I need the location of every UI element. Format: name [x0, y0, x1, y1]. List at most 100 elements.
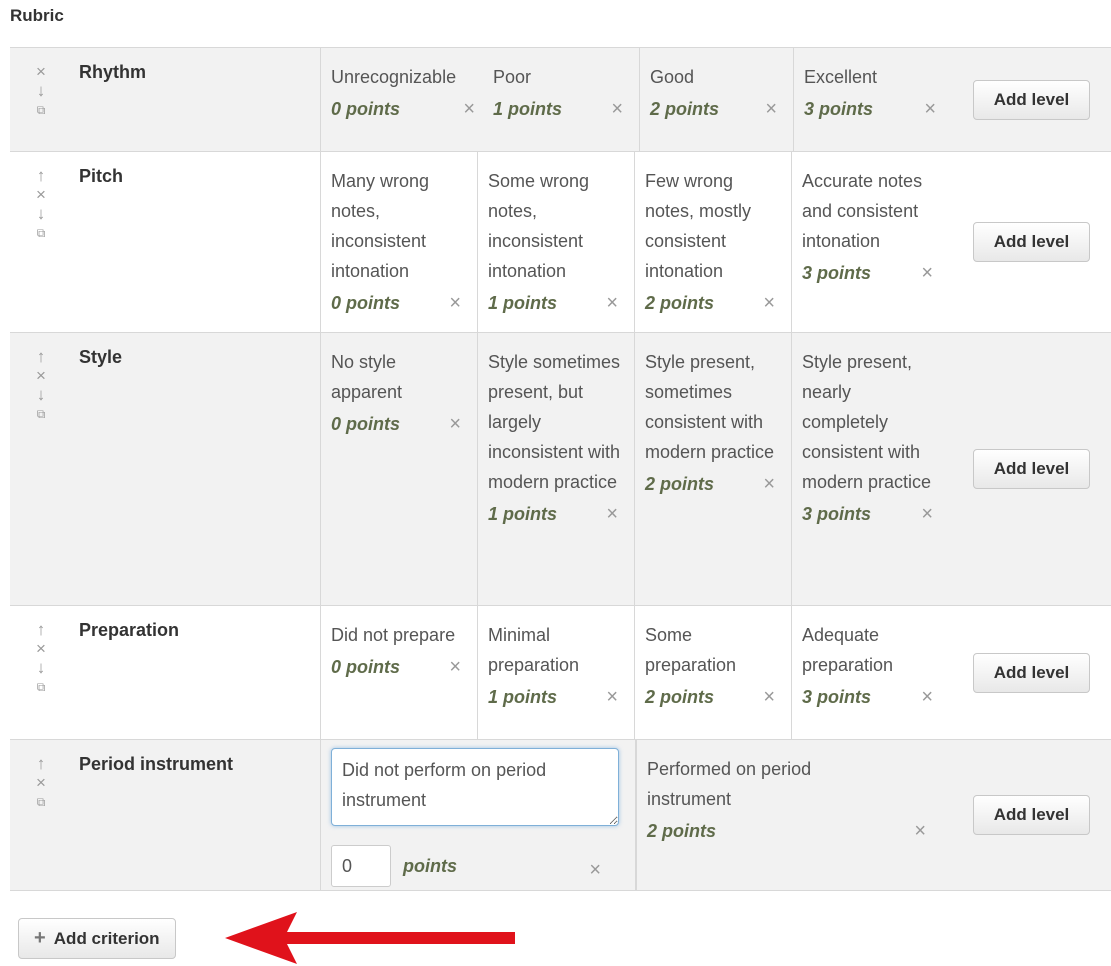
- delete-criterion-icon[interactable]: ×: [33, 63, 49, 80]
- level-description[interactable]: Excellent: [804, 62, 942, 92]
- level-description[interactable]: Style present, sometimes consistent with…: [645, 347, 781, 467]
- level-description[interactable]: Style present, nearly completely consist…: [802, 347, 939, 497]
- level-description[interactable]: Adequate preparation: [802, 620, 939, 680]
- duplicate-icon[interactable]: ⧉: [33, 102, 49, 118]
- delete-criterion-icon[interactable]: ×: [33, 774, 49, 791]
- level-cell[interactable]: Unrecognizable 0 points ×: [321, 48, 491, 151]
- level-cell[interactable]: Style present, nearly completely consist…: [792, 333, 949, 605]
- delete-level-icon[interactable]: ×: [921, 258, 939, 288]
- delete-level-icon[interactable]: ×: [463, 94, 481, 124]
- criterion-name[interactable]: Preparation: [62, 606, 320, 739]
- level-description[interactable]: Some wrong notes, inconsistent intonatio…: [488, 166, 624, 286]
- move-down-icon[interactable]: ↓: [33, 82, 49, 99]
- level-points[interactable]: 0 points: [331, 652, 400, 682]
- level-points[interactable]: 2 points: [645, 288, 714, 318]
- level-points[interactable]: 2 points: [645, 469, 714, 499]
- level-cell[interactable]: Excellent 3 points ×: [794, 48, 952, 151]
- delete-criterion-icon[interactable]: ×: [33, 367, 49, 384]
- level-cell[interactable]: No style apparent 0 points ×: [321, 333, 478, 605]
- level-points[interactable]: 2 points: [647, 816, 716, 846]
- level-points[interactable]: 3 points: [802, 258, 871, 288]
- add-level-button[interactable]: Add level: [972, 449, 1091, 489]
- criterion-name[interactable]: Style: [62, 333, 320, 605]
- level-points[interactable]: 3 points: [802, 682, 871, 712]
- level-points[interactable]: 0 points: [331, 409, 400, 439]
- duplicate-icon[interactable]: ⧉: [33, 679, 49, 695]
- level-description[interactable]: Accurate notes and consistent intonation: [802, 166, 939, 256]
- level-description[interactable]: Style sometimes present, but largely inc…: [488, 347, 624, 497]
- level-cell[interactable]: Accurate notes and consistent intonation…: [792, 152, 949, 332]
- move-down-icon[interactable]: ↓: [33, 386, 49, 403]
- level-description[interactable]: Minimal preparation: [488, 620, 624, 680]
- add-criterion-button[interactable]: + Add criterion: [18, 918, 176, 959]
- level-cell[interactable]: Did not prepare 0 points ×: [321, 606, 478, 739]
- criterion-name[interactable]: Pitch: [62, 152, 320, 332]
- add-level-button[interactable]: Add level: [972, 79, 1091, 120]
- level-description[interactable]: Many wrong notes, inconsistent intonatio…: [331, 166, 467, 286]
- level-description[interactable]: Did not prepare: [331, 620, 467, 650]
- level-points[interactable]: 0 points: [331, 94, 400, 124]
- delete-level-icon[interactable]: ×: [606, 288, 624, 318]
- level-points[interactable]: 1 points: [488, 288, 557, 318]
- delete-level-icon[interactable]: ×: [449, 288, 467, 318]
- level-cell[interactable]: Minimal preparation 1 points ×: [478, 606, 635, 739]
- duplicate-icon[interactable]: ⧉: [33, 794, 49, 810]
- level-description[interactable]: Unrecognizable: [331, 62, 481, 92]
- level-cell[interactable]: Some wrong notes, inconsistent intonatio…: [478, 152, 635, 332]
- level-cell[interactable]: Good 2 points ×: [640, 48, 794, 151]
- delete-level-icon[interactable]: ×: [763, 682, 781, 712]
- delete-level-icon[interactable]: ×: [589, 855, 607, 885]
- level-points[interactable]: 0 points: [331, 288, 400, 318]
- move-up-icon[interactable]: ↑: [33, 621, 49, 638]
- add-level-button[interactable]: Add level: [972, 652, 1091, 693]
- level-description[interactable]: Poor: [493, 62, 629, 92]
- move-up-icon[interactable]: ↑: [33, 348, 49, 365]
- delete-level-icon[interactable]: ×: [921, 682, 939, 712]
- level-cell[interactable]: Style sometimes present, but largely inc…: [478, 333, 635, 605]
- delete-level-icon[interactable]: ×: [611, 94, 629, 124]
- criterion-name[interactable]: Period instrument: [62, 740, 320, 890]
- level-definition-textarea[interactable]: Did not perform on period instrument: [331, 748, 619, 826]
- duplicate-icon[interactable]: ⧉: [33, 225, 49, 241]
- move-down-icon[interactable]: ↓: [33, 659, 49, 676]
- delete-level-icon[interactable]: ×: [449, 409, 467, 439]
- level-cell[interactable]: Performed on period instrument 2 points …: [636, 740, 952, 890]
- delete-level-icon[interactable]: ×: [606, 499, 624, 529]
- move-up-icon[interactable]: ↑: [33, 167, 49, 184]
- add-level-button[interactable]: Add level: [972, 222, 1091, 262]
- delete-level-icon[interactable]: ×: [449, 652, 467, 682]
- level-points[interactable]: 3 points: [802, 499, 871, 529]
- move-down-icon[interactable]: ↓: [33, 205, 49, 222]
- points-input[interactable]: [331, 845, 391, 887]
- delete-level-icon[interactable]: ×: [765, 94, 783, 124]
- delete-level-icon[interactable]: ×: [763, 288, 781, 318]
- duplicate-icon[interactable]: ⧉: [33, 406, 49, 422]
- level-cell[interactable]: Adequate preparation 3 points ×: [792, 606, 949, 739]
- delete-criterion-icon[interactable]: ×: [33, 640, 49, 657]
- delete-level-icon[interactable]: ×: [606, 682, 624, 712]
- add-level-button[interactable]: Add level: [972, 795, 1091, 835]
- level-cell[interactable]: Some preparation 2 points ×: [635, 606, 792, 739]
- criterion-name[interactable]: Rhythm: [62, 48, 320, 151]
- level-points[interactable]: 1 points: [488, 682, 557, 712]
- move-up-icon[interactable]: ↑: [33, 755, 49, 772]
- level-points[interactable]: 1 points: [488, 499, 557, 529]
- level-cell-editing[interactable]: Did not perform on period instrument poi…: [321, 740, 636, 890]
- level-description[interactable]: No style apparent: [331, 347, 467, 407]
- level-points[interactable]: 2 points: [645, 682, 714, 712]
- level-cell[interactable]: Many wrong notes, inconsistent intonatio…: [321, 152, 478, 332]
- level-points[interactable]: 2 points: [650, 94, 719, 124]
- level-description[interactable]: Few wrong notes, mostly consistent inton…: [645, 166, 781, 286]
- delete-level-icon[interactable]: ×: [914, 816, 942, 846]
- level-cell[interactable]: Poor 1 points ×: [491, 48, 640, 151]
- level-description[interactable]: Some preparation: [645, 620, 781, 680]
- delete-level-icon[interactable]: ×: [763, 469, 781, 499]
- level-cell[interactable]: Style present, sometimes consistent with…: [635, 333, 792, 605]
- level-cell[interactable]: Few wrong notes, mostly consistent inton…: [635, 152, 792, 332]
- level-points[interactable]: 3 points: [804, 94, 873, 124]
- delete-level-icon[interactable]: ×: [924, 94, 942, 124]
- level-description[interactable]: Performed on period instrument: [647, 754, 867, 814]
- delete-criterion-icon[interactable]: ×: [33, 186, 49, 203]
- level-points[interactable]: 1 points: [493, 94, 562, 124]
- level-description[interactable]: Good: [650, 62, 783, 92]
